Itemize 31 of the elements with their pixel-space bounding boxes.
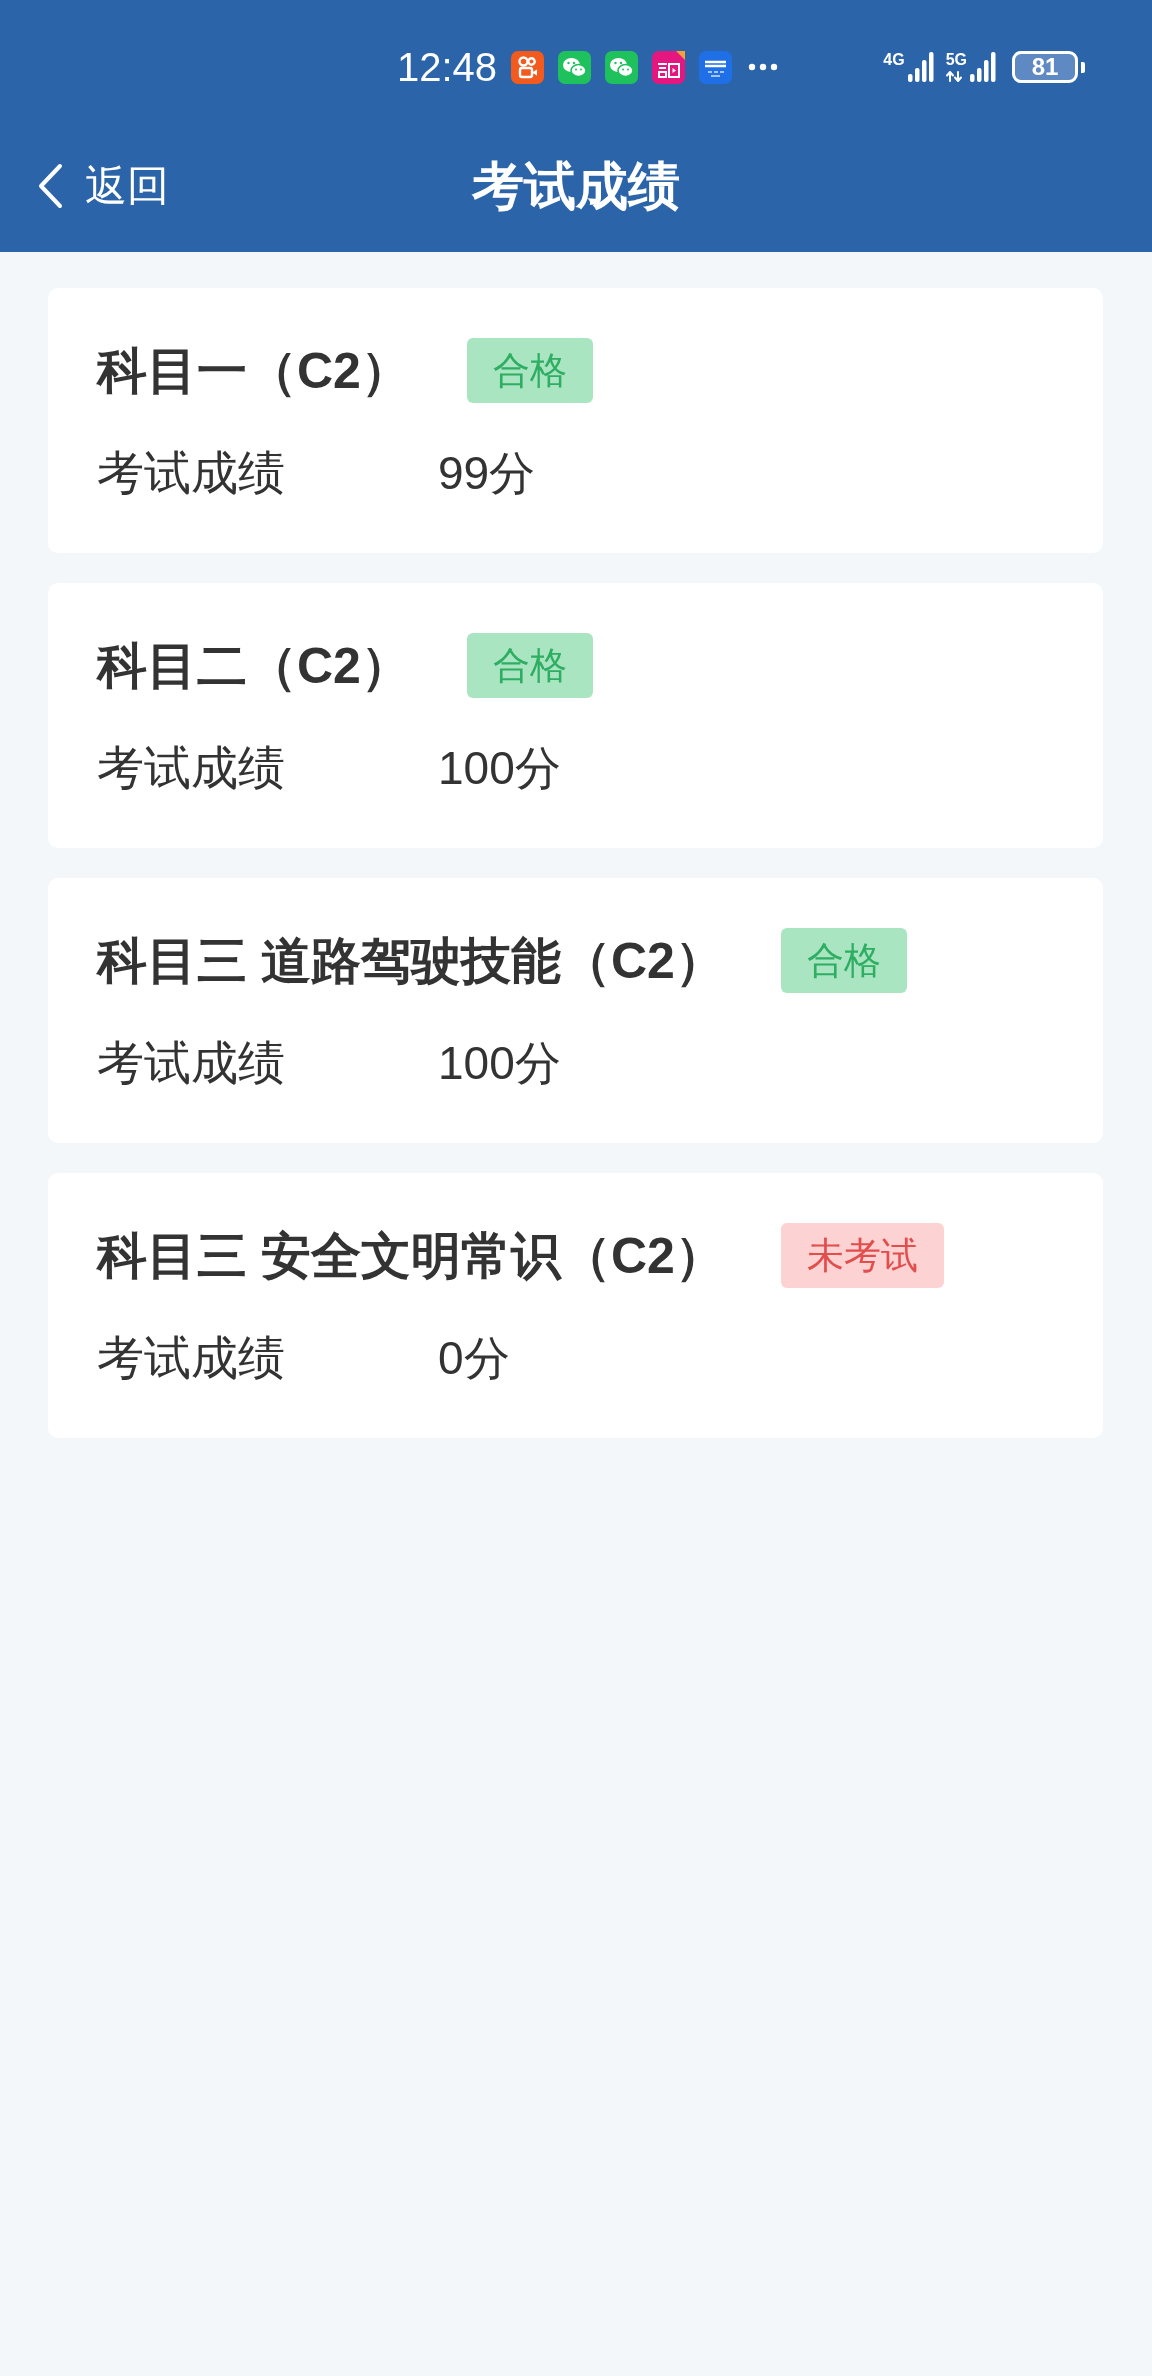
- media-app-icon: [652, 50, 686, 84]
- status-badge: 合格: [466, 633, 593, 698]
- chevron-left-icon: [36, 163, 64, 209]
- score-label: 考试成绩: [97, 445, 285, 501]
- subject-title: 科目三 道路驾驶技能（C2）: [97, 931, 725, 991]
- more-icon: [748, 63, 779, 71]
- network-type-label: 4G: [883, 52, 905, 68]
- lined-tile-app-icon: [699, 50, 733, 84]
- subject-title: 科目二（C2）: [97, 636, 411, 696]
- signal-bars-icon: [907, 52, 934, 82]
- score-label: 考试成绩: [97, 1330, 285, 1386]
- score-label: 考试成绩: [97, 1035, 285, 1091]
- subject-title: 科目三 安全文明常识（C2）: [97, 1226, 725, 1286]
- video-app-icon: [511, 50, 545, 84]
- score-value: 0分: [438, 1331, 510, 1386]
- status-badge: 合格: [780, 928, 907, 993]
- status-time: 12:48: [397, 44, 498, 90]
- status-badge: 合格: [466, 338, 593, 403]
- back-button[interactable]: 返回: [36, 161, 169, 211]
- network-type-label: 5G: [945, 52, 967, 68]
- battery-indicator: 81: [1012, 51, 1085, 83]
- subject-title: 科目一（C2）: [97, 341, 411, 401]
- score-label: 考试成绩: [97, 740, 285, 796]
- score-value: 99分: [438, 446, 536, 501]
- signal-bars-icon: [970, 52, 996, 82]
- chat-bubbles-app-icon: [558, 50, 592, 84]
- page-title: 考试成绩: [472, 156, 680, 217]
- score-value: 100分: [438, 741, 561, 796]
- score-value: 100分: [438, 1036, 561, 1091]
- status-badge: 未考试: [780, 1223, 944, 1288]
- chat-bubbles-app-icon: [605, 50, 639, 84]
